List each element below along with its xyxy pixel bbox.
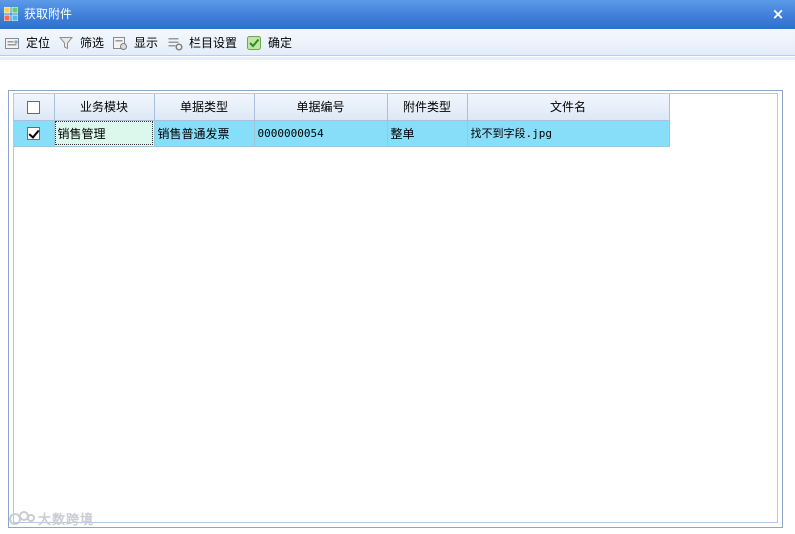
close-button[interactable]: ×: [771, 6, 785, 22]
display-label: 显示: [134, 36, 159, 50]
cell-attach-type[interactable]: 整单: [387, 120, 468, 147]
window-title: 获取附件: [24, 7, 73, 21]
column-settings-button[interactable]: 栏目设置: [167, 33, 237, 52]
select-all-header[interactable]: [14, 94, 55, 121]
column-settings-icon: [168, 37, 183, 50]
table-header-row: 业务模块 单据类型 单据编号 附件类型 文件名: [14, 94, 670, 121]
watermark: 大数跨境: [8, 508, 94, 528]
locate-button[interactable]: 定位: [4, 33, 50, 52]
watermark-logo-icon: [9, 511, 35, 525]
cell-module[interactable]: 销售管理: [54, 120, 155, 147]
column-header-doc-type[interactable]: 单据类型: [154, 94, 255, 121]
column-settings-label: 栏目设置: [189, 36, 238, 50]
select-all-checkbox[interactable]: [27, 100, 41, 114]
filter-icon: [58, 36, 74, 49]
column-header-module[interactable]: 业务模块: [54, 94, 155, 121]
locate-label: 定位: [26, 36, 51, 50]
display-button[interactable]: 显示: [112, 33, 158, 52]
column-header-file-name[interactable]: 文件名: [467, 94, 670, 121]
filter-button[interactable]: 筛选: [58, 33, 104, 52]
display-icon: [113, 36, 127, 50]
confirm-button[interactable]: 确定: [246, 33, 292, 52]
watermark-text: 大数跨境: [38, 512, 95, 528]
toolbar: 定位 筛选 显示 栏目设置 确定: [0, 29, 795, 56]
table-row[interactable]: 销售管理 销售普通发票 0000000054 整单 找不到字段.jpg: [14, 120, 670, 147]
cell-file-name[interactable]: 找不到字段.jpg: [467, 120, 670, 147]
column-header-doc-no[interactable]: 单据编号: [254, 94, 388, 121]
filter-label: 筛选: [80, 36, 105, 50]
window-titlebar: 获取附件 ×: [0, 0, 795, 29]
confirm-label: 确定: [268, 36, 293, 50]
toolbar-divider: [0, 57, 795, 60]
attachment-grid: 业务模块 单据类型 单据编号 附件类型 文件名 销售管理 销售普通发票 0000…: [13, 93, 778, 523]
cell-doc-type[interactable]: 销售普通发票: [154, 120, 255, 147]
locate-icon: [5, 37, 19, 49]
row-select-cell[interactable]: [14, 120, 55, 147]
attachment-grid-frame: 业务模块 单据类型 单据编号 附件类型 文件名 销售管理 销售普通发票 0000…: [8, 90, 783, 528]
app-grid-icon: [4, 7, 18, 21]
row-checkbox[interactable]: [27, 127, 41, 140]
confirm-icon: [247, 35, 261, 50]
attachment-table: 业务模块 单据类型 单据编号 附件类型 文件名 销售管理 销售普通发票 0000…: [14, 94, 670, 147]
column-header-attach-type[interactable]: 附件类型: [387, 94, 468, 121]
cell-doc-no[interactable]: 0000000054: [254, 120, 388, 147]
